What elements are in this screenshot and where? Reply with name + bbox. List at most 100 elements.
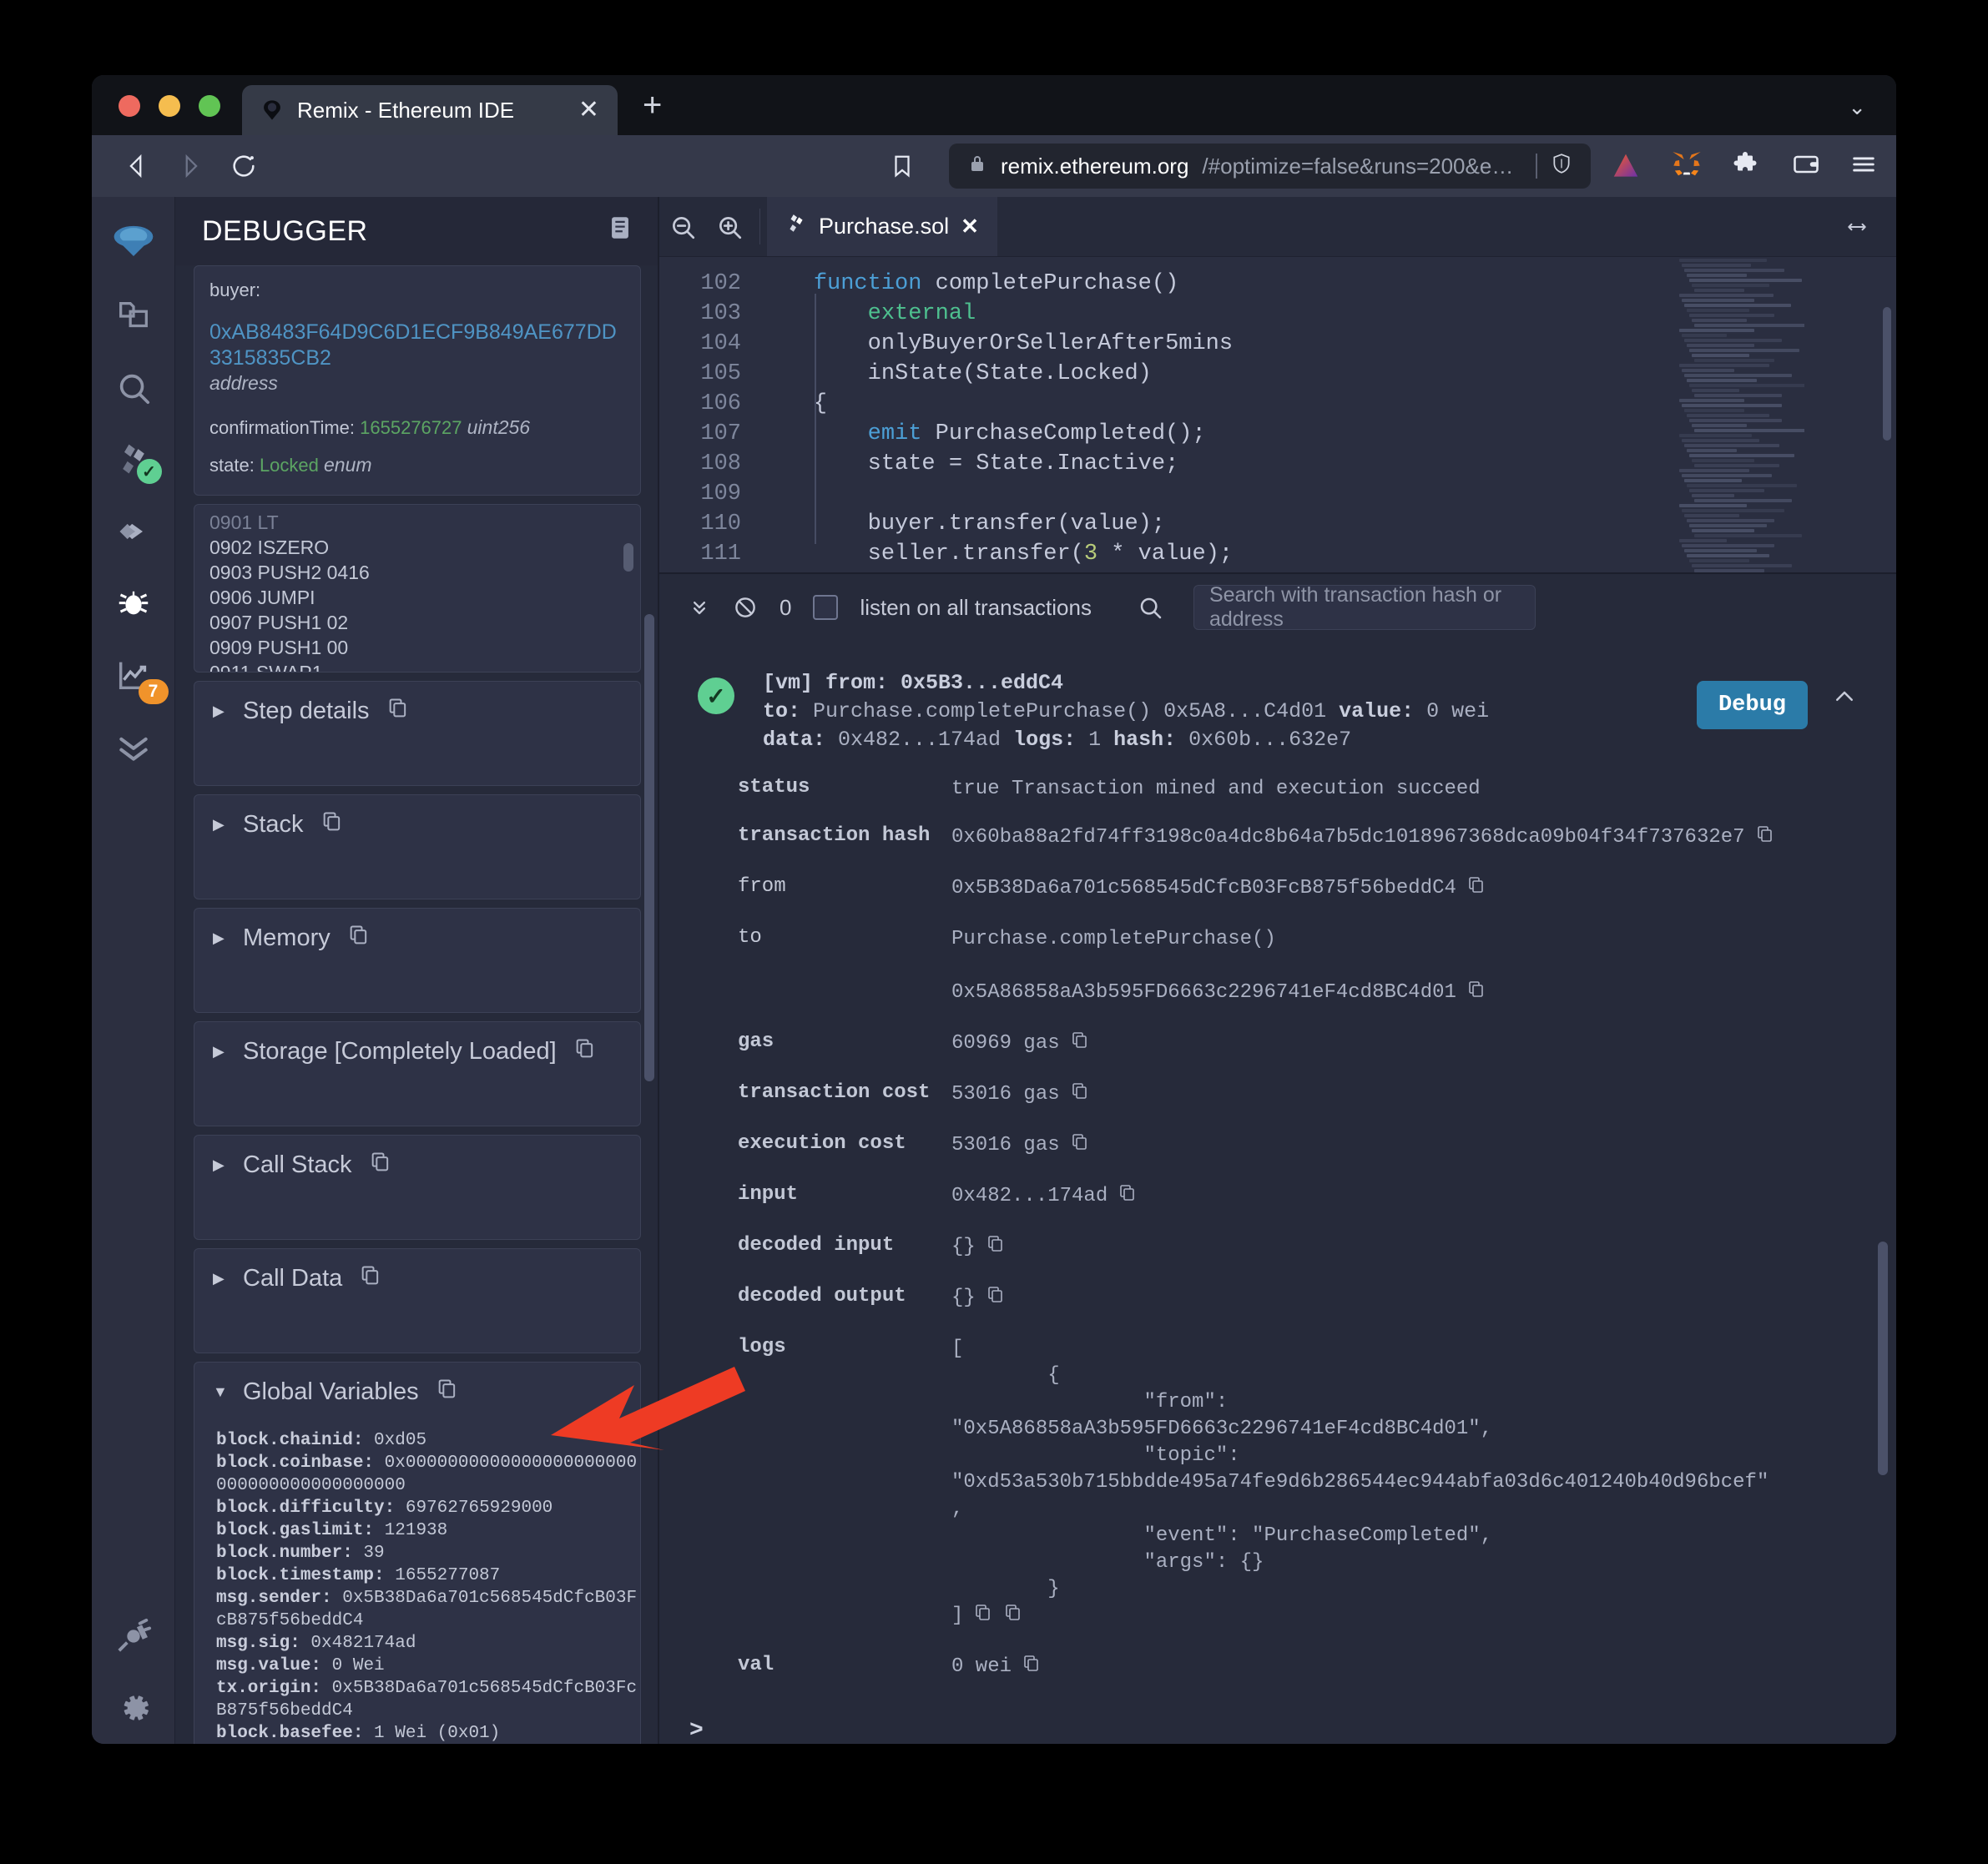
debugger-scrollbar[interactable] — [644, 614, 654, 1081]
copy-icon[interactable] — [1466, 875, 1486, 904]
copy-icon[interactable] — [1022, 1654, 1042, 1683]
back-arrow-icon[interactable] — [110, 139, 164, 193]
brave-logo-icon[interactable] — [1599, 139, 1652, 193]
forward-arrow-icon[interactable] — [164, 139, 217, 193]
copy-icon[interactable] — [347, 924, 371, 954]
solidity-compiler-icon[interactable]: ✓ — [92, 424, 175, 496]
copy-icon[interactable] — [1070, 1132, 1090, 1161]
opcode-line: 0907 PUSH1 02 — [209, 611, 349, 633]
debugger-icon[interactable] — [92, 567, 175, 639]
minimap-row — [1687, 449, 1737, 452]
transaction-detail-row: transaction cost 53016 gas — [659, 1081, 1896, 1111]
deploy-run-icon[interactable] — [92, 496, 175, 567]
close-window-button[interactable] — [119, 95, 140, 117]
editor-scrollbar[interactable] — [1883, 307, 1891, 441]
minimap-row — [1692, 564, 1792, 567]
remix-icon-sidebar: ✓ 7 — [92, 197, 175, 1744]
settings-gear-icon[interactable] — [92, 1672, 175, 1744]
opcodes-scrollbar[interactable] — [623, 542, 633, 572]
close-icon[interactable]: ✕ — [961, 214, 979, 239]
expand-horizontal-icon[interactable] — [1841, 197, 1896, 256]
copy-icon[interactable] — [1118, 1183, 1138, 1212]
transaction-header[interactable]: ✓ [vm] from: 0x5B3...eddC4 to: Purchase.… — [659, 669, 1896, 754]
editor-tab-purchase-sol[interactable]: Purchase.sol ✕ — [767, 197, 997, 256]
copy-icon[interactable] — [1070, 1081, 1090, 1111]
copy-icon[interactable] — [1003, 1603, 1023, 1632]
notes-icon[interactable] — [606, 213, 634, 250]
wallet-icon[interactable] — [1791, 149, 1821, 184]
editor-minimap[interactable] — [1679, 257, 1804, 572]
debug-button[interactable]: Debug — [1696, 681, 1808, 729]
clear-console-icon[interactable] — [733, 595, 758, 620]
opcodes-panel[interactable]: 0901 LT 0902 ISZERO 0903 PUSH2 0416 0906… — [194, 503, 641, 673]
copy-icon[interactable] — [359, 1264, 382, 1294]
section-header[interactable]: ▶ Step details — [194, 682, 640, 742]
copy-icon[interactable] — [573, 1037, 597, 1067]
new-tab-button[interactable]: + — [618, 88, 662, 135]
browser-tab-remix[interactable]: Remix - Ethereum IDE ✕ — [242, 85, 618, 135]
terminal-prompt[interactable]: > — [659, 1705, 1896, 1744]
copy-icon[interactable] — [436, 1378, 459, 1408]
opcode-line: 0902 ISZERO — [209, 536, 330, 558]
address-bar[interactable]: remix.ethereum.org /#optimize=false&runs… — [949, 144, 1591, 189]
plugin-manager-icon[interactable] — [92, 1600, 175, 1672]
terminal-scrollbar[interactable] — [1878, 1242, 1888, 1475]
bookmark-icon[interactable] — [875, 139, 929, 193]
copy-icon[interactable] — [1755, 824, 1775, 854]
hamburger-menu-icon[interactable] — [1849, 150, 1878, 183]
copy-icon[interactable] — [986, 1285, 1006, 1314]
reload-icon[interactable] — [217, 139, 270, 193]
minimap-row — [1679, 329, 1754, 332]
minimap-row — [1694, 324, 1804, 327]
zoom-out-icon[interactable] — [659, 197, 706, 256]
section-global-variables[interactable]: ▼ Global Variables block.chainid: 0xd05 … — [194, 1361, 641, 1744]
chevron-up-icon[interactable] — [1829, 684, 1859, 713]
section-storage[interactable]: ▶ Storage [Completely Loaded] — [194, 1020, 641, 1126]
file-explorer-icon[interactable] — [92, 280, 175, 352]
brave-shields-icon[interactable] — [1551, 151, 1572, 182]
tx-logs-key: logs: — [1013, 728, 1077, 752]
line-number: 108 — [700, 451, 741, 476]
close-icon[interactable]: ✕ — [578, 98, 599, 123]
search-icon[interactable] — [1137, 594, 1163, 621]
extensions-puzzle-icon[interactable] — [1733, 149, 1763, 184]
section-header[interactable]: ▶ Storage [Completely Loaded] — [194, 1022, 640, 1082]
copy-icon[interactable] — [386, 697, 410, 727]
remix-home-logo[interactable] — [92, 209, 175, 280]
section-call-stack[interactable]: ▶ Call Stack — [194, 1134, 641, 1240]
transaction-detail-row: logs [ { "from": "0x5A86858aA3b595FD6663c… — [659, 1336, 1896, 1632]
copy-icon[interactable] — [1070, 1030, 1090, 1060]
section-header[interactable]: ▼ Global Variables — [194, 1363, 640, 1423]
transaction-detail-value: 0x60ba88a2fd74ff3198c0a4dc8b64a7b5dc1018… — [951, 824, 1863, 854]
minimize-window-button[interactable] — [159, 95, 180, 117]
metamask-icon[interactable] — [1669, 148, 1704, 185]
analysis-icon[interactable]: 7 — [92, 639, 175, 711]
transaction-search-input[interactable]: Search with transaction hash or address — [1193, 583, 1536, 631]
zoom-in-icon[interactable] — [706, 197, 753, 256]
solidity-file-icon — [785, 212, 807, 241]
global-var-row: block.difficulty: 69762765929000 — [216, 1498, 553, 1518]
copy-icon[interactable] — [986, 1234, 1006, 1263]
copy-icon[interactable] — [320, 810, 344, 840]
section-header[interactable]: ▶ Memory — [194, 909, 640, 969]
chevron-right-icon: ▶ — [213, 1270, 225, 1287]
section-header[interactable]: ▶ Call Data — [194, 1249, 640, 1309]
section-header[interactable]: ▶ Call Stack — [194, 1136, 640, 1196]
maximize-window-button[interactable] — [199, 95, 220, 117]
search-icon[interactable] — [92, 352, 175, 424]
unit-testing-icon[interactable] — [92, 711, 175, 783]
section-stack[interactable]: ▶ Stack — [194, 793, 641, 899]
section-step-details[interactable]: ▶ Step details — [194, 680, 641, 786]
section-call-data[interactable]: ▶ Call Data — [194, 1247, 641, 1353]
code-editor[interactable]: 102 103 104 105 106 107 108 109 110 111 … — [659, 257, 1896, 572]
copy-icon[interactable] — [1466, 980, 1486, 1009]
copy-icon[interactable] — [369, 1151, 392, 1181]
chevrons-down-icon[interactable] — [688, 596, 711, 619]
chevron-down-icon[interactable]: ⌄ — [1848, 94, 1866, 120]
section-header[interactable]: ▶ Stack — [194, 795, 640, 855]
listen-all-transactions-checkbox[interactable] — [813, 595, 839, 620]
copy-icon[interactable] — [973, 1603, 993, 1632]
opcodes-list[interactable]: 0901 LT 0902 ISZERO 0903 PUSH2 0416 0906… — [194, 505, 640, 672]
section-memory[interactable]: ▶ Memory — [194, 907, 641, 1013]
local-buyer-address[interactable]: 0xAB8483F64D9C6D1ECF9B849AE677DD3315835C… — [209, 320, 625, 372]
